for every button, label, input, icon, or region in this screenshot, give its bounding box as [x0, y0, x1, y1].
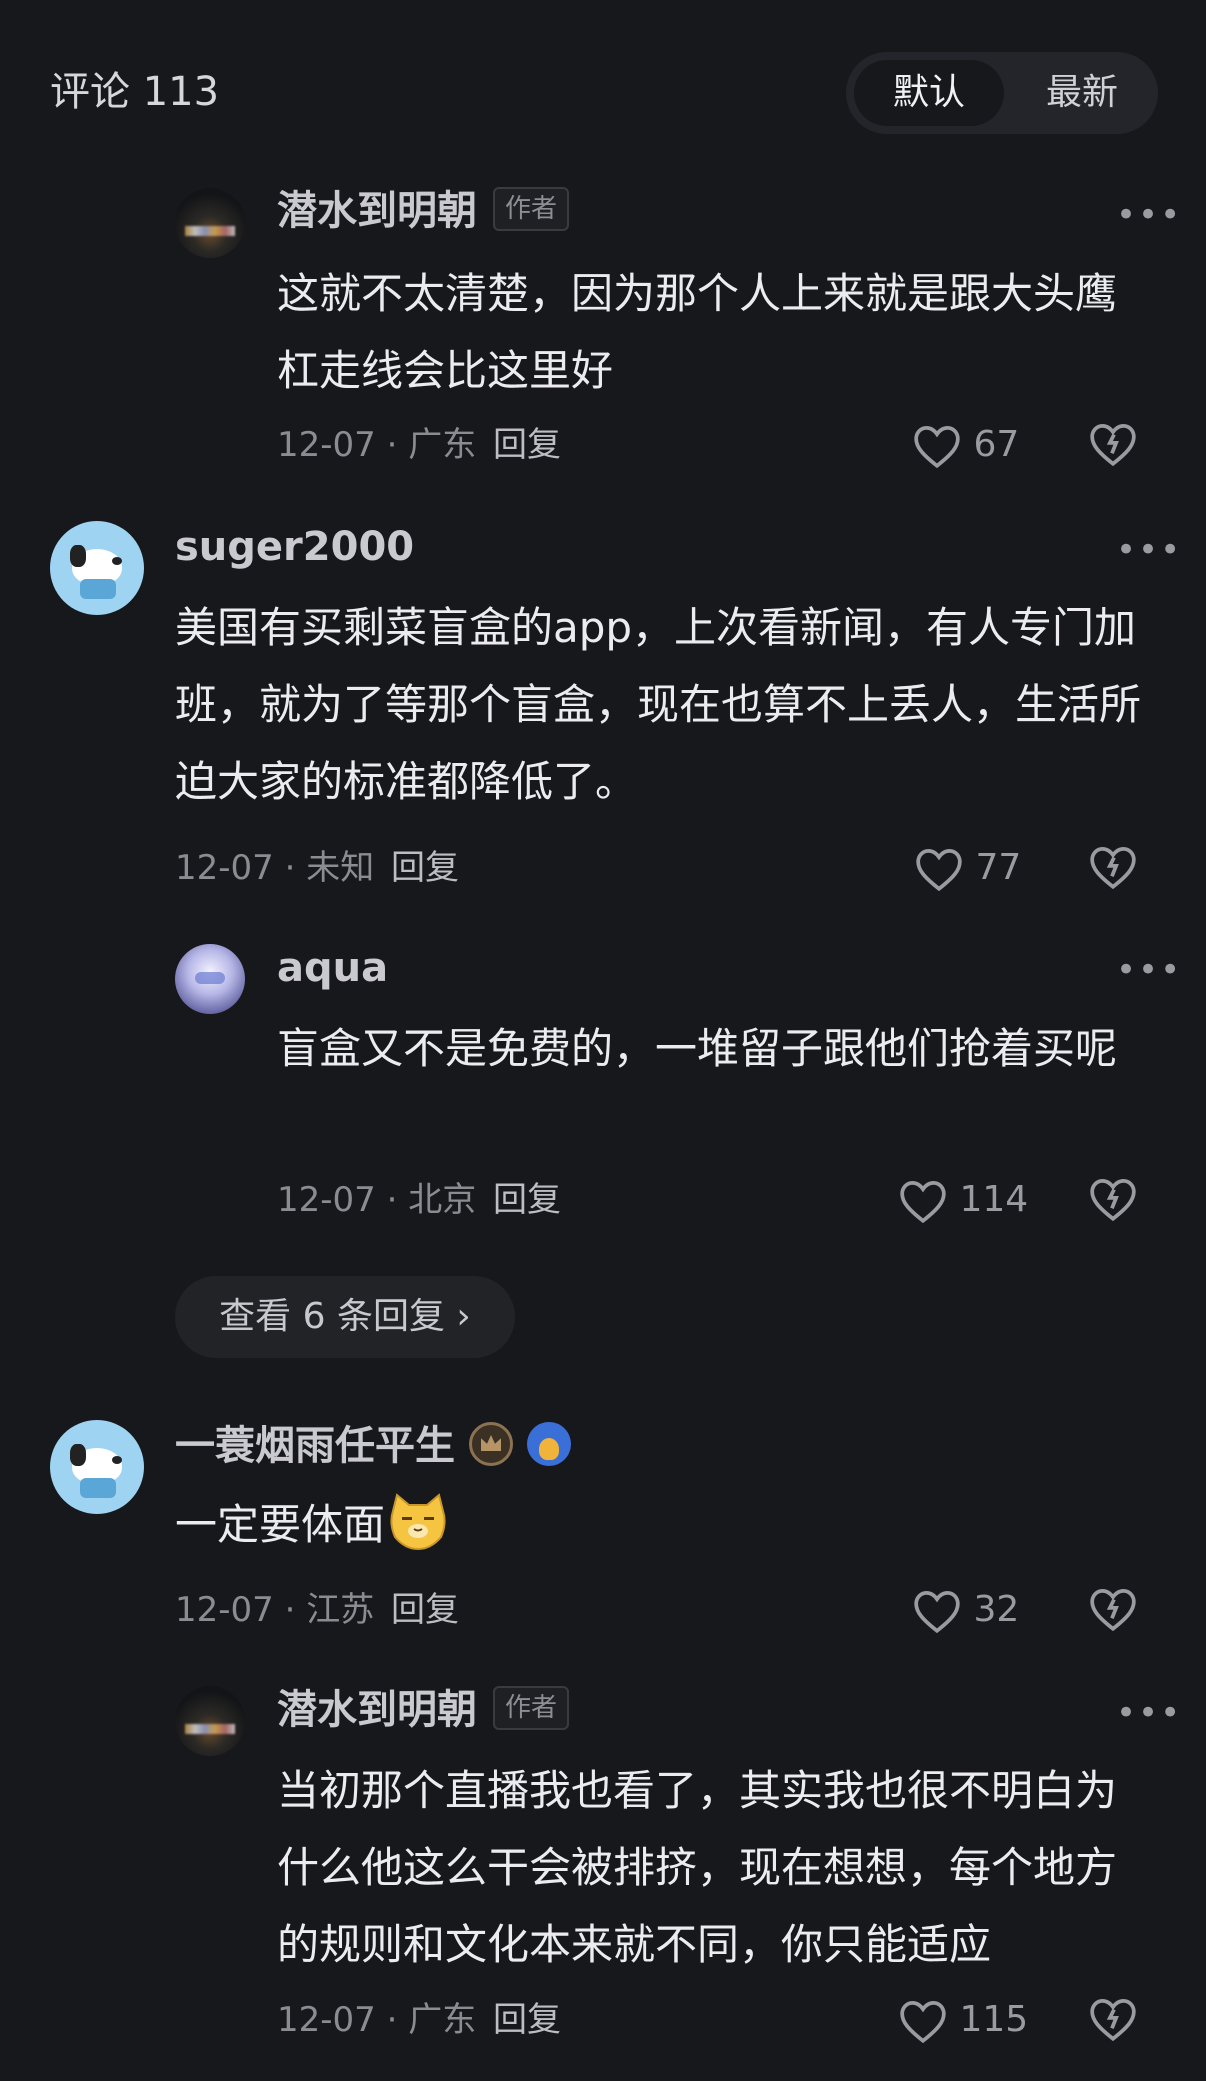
reply-button[interactable]: 回复 [391, 848, 459, 888]
avatar[interactable] [175, 944, 245, 1014]
comments-count-title: 评论 113 [50, 69, 220, 115]
comment-meta: 12-07 · 江苏 回复 [175, 1585, 459, 1635]
crown-badge-icon [469, 1422, 513, 1466]
comment-text: 美国有买剩菜盲盒的app，上次看新闻，有人专门加班，就为了等那个盲盒，现在也算不… [175, 603, 1142, 806]
comment-meta: 12-07 · 广东 回复 [277, 1995, 561, 2045]
like-count: 67 [973, 424, 1020, 465]
broken-heart-icon[interactable] [1088, 420, 1138, 470]
sort-latest-tab[interactable]: 最新 [1012, 60, 1152, 126]
more-dots-icon[interactable]: ••• [1116, 950, 1182, 990]
date-location: 12-07 · 北京 [277, 1180, 477, 1220]
avatar[interactable] [175, 1686, 245, 1756]
broken-heart-icon[interactable] [1088, 1585, 1138, 1635]
avatar[interactable] [50, 521, 144, 615]
reply-button[interactable]: 回复 [493, 2000, 561, 2040]
sort-default-tab[interactable]: 默认 [854, 60, 1004, 126]
like-button[interactable]: 114 [898, 1175, 1028, 1225]
comment-text: 一定要体面 [175, 1486, 1165, 1563]
username[interactable]: aqua [277, 943, 388, 993]
date-location: 12-07 · 江苏 [175, 1590, 375, 1630]
username[interactable]: 一蓑烟雨任平生 [175, 1421, 571, 1471]
username-text[interactable]: 潜水到明朝 [277, 1687, 477, 1733]
like-button[interactable]: 67 [912, 420, 1019, 470]
reply-button[interactable]: 回复 [493, 1180, 561, 1220]
username-text[interactable]: 一蓑烟雨任平生 [175, 1423, 455, 1469]
comment-text: 这就不太清楚，因为那个人上来就是跟大头鹰杠走线会比这里好 [277, 269, 1118, 395]
date-location: 12-07 · 未知 [175, 848, 375, 888]
cat-emoji-icon [390, 1492, 446, 1550]
like-count: 77 [975, 847, 1022, 888]
more-dots-icon[interactable]: ••• [1116, 195, 1182, 235]
heart-icon [900, 1180, 946, 1224]
comment-meta: 12-07 · 北京 回复 [277, 1175, 561, 1225]
heart-icon [900, 2000, 946, 2044]
heart-icon [916, 848, 962, 892]
username-text[interactable]: 潜水到明朝 [277, 188, 477, 234]
author-tag: 作者 [493, 187, 570, 231]
avatar[interactable] [175, 188, 245, 258]
heart-icon [914, 1590, 960, 1634]
broken-heart-icon[interactable] [1088, 1175, 1138, 1225]
date-location: 12-07 · 广东 [277, 425, 477, 465]
penguin-badge-icon [527, 1422, 571, 1466]
more-dots-icon[interactable]: ••• [1116, 530, 1182, 570]
sort-toggle: 默认 最新 [846, 52, 1158, 134]
more-dots-icon[interactable]: ••• [1116, 1693, 1182, 1733]
like-button[interactable]: 77 [914, 843, 1021, 893]
like-count: 32 [973, 1589, 1020, 1630]
like-count: 114 [959, 1179, 1029, 1220]
like-count: 115 [959, 1999, 1029, 2040]
heart-icon [914, 425, 960, 469]
comment-text: 当初那个直播我也看了，其实我也很不明白为什么他这么干会被排挤，现在想想，每个地方… [277, 1766, 1118, 1969]
comment-meta: 12-07 · 广东 回复 [277, 420, 561, 470]
comment-meta: 12-07 · 未知 回复 [175, 843, 459, 893]
date-location: 12-07 · 广东 [277, 2000, 477, 2040]
username[interactable]: suger2000 [175, 522, 414, 572]
broken-heart-icon[interactable] [1088, 1995, 1138, 2045]
avatar[interactable] [50, 1420, 144, 1514]
author-tag: 作者 [493, 1686, 570, 1730]
like-button[interactable]: 115 [898, 1995, 1028, 2045]
like-button[interactable]: 32 [912, 1585, 1019, 1635]
expand-replies-button[interactable]: 查看 6 条回复 › [175, 1276, 515, 1358]
username[interactable]: 潜水到明朝 作者 [277, 186, 570, 236]
reply-button[interactable]: 回复 [391, 1590, 459, 1630]
comment-text-content: 一定要体面 [175, 1500, 386, 1549]
username[interactable]: 潜水到明朝 作者 [277, 1685, 570, 1735]
comment-text: 盲盒又不是免费的，一堆留子跟他们抢着买呢 [277, 1024, 1118, 1073]
reply-button[interactable]: 回复 [493, 425, 561, 465]
broken-heart-icon[interactable] [1088, 843, 1138, 893]
